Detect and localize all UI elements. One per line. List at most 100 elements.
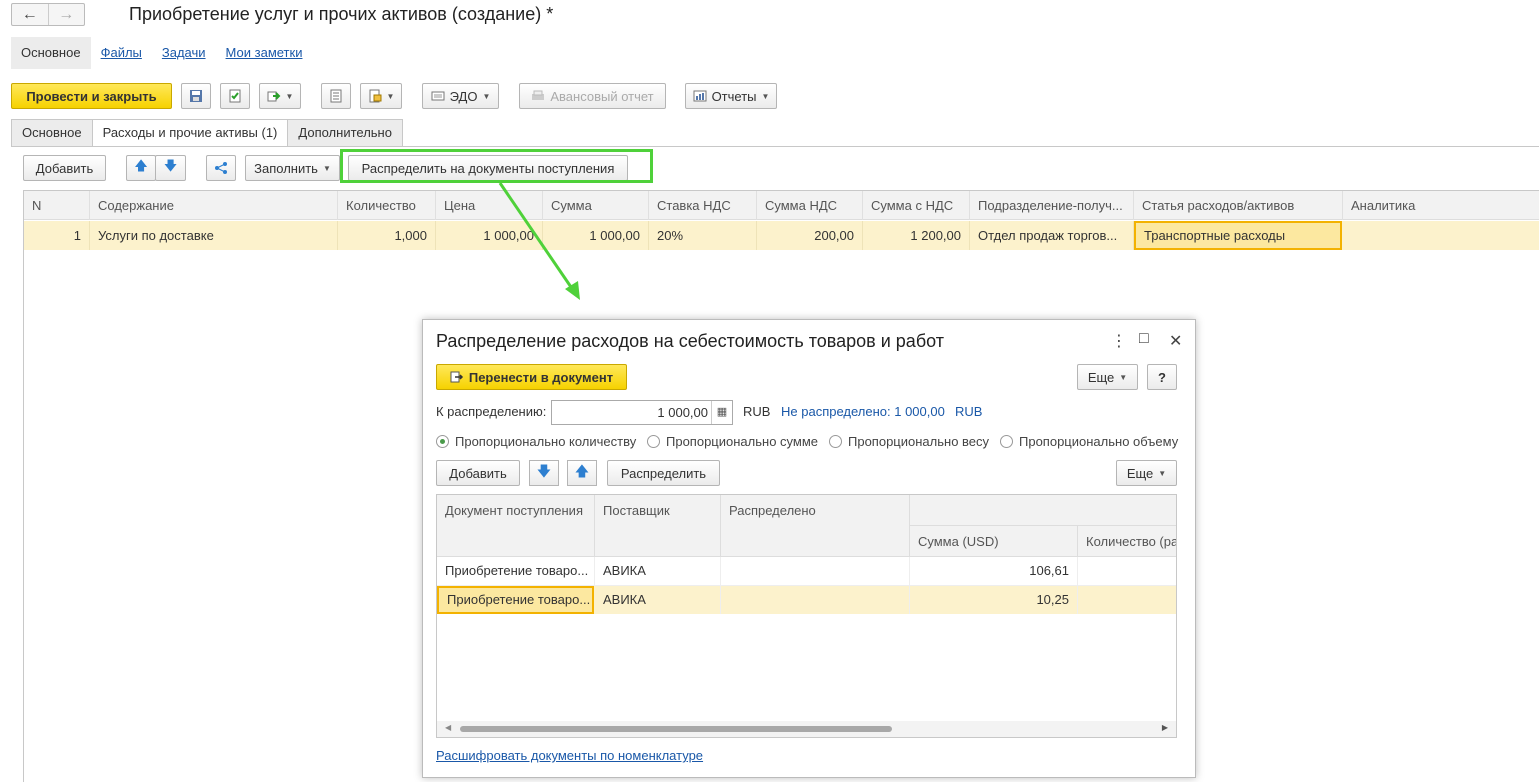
- create-based-icon: [267, 91, 280, 102]
- cell-sum-usd[interactable]: 106,61: [910, 557, 1078, 585]
- radio-icon: [647, 435, 660, 448]
- col-supplier[interactable]: Поставщик: [595, 495, 721, 557]
- radio-by-volume[interactable]: Пропорционально объему: [1000, 434, 1178, 449]
- undistributed-label: Не распределено: 1 000,00: [781, 404, 945, 419]
- tab-additional[interactable]: Дополнительно: [287, 119, 403, 147]
- radio-by-sum[interactable]: Пропорционально сумме: [647, 434, 818, 449]
- tab-divider: [11, 146, 1539, 147]
- col-vat-sum[interactable]: Сумма НДС: [757, 191, 863, 220]
- cell-vat-rate[interactable]: 20%: [649, 221, 757, 250]
- post-document-icon: [229, 89, 241, 103]
- dialog-more-button[interactable]: Еще ▼: [1077, 364, 1138, 390]
- cell-total[interactable]: 1 200,00: [863, 221, 970, 250]
- more-options-icon[interactable]: ⋮: [1111, 331, 1127, 351]
- distribution-dialog: Распределение расходов на себестоимость …: [422, 319, 1196, 778]
- col-analytics[interactable]: Аналитика: [1343, 191, 1539, 220]
- cell-sum-usd[interactable]: 10,25: [910, 586, 1078, 614]
- report-icon: [693, 90, 707, 102]
- radio-by-weight[interactable]: Пропорционально весу: [829, 434, 989, 449]
- close-icon[interactable]: ✕: [1169, 331, 1182, 351]
- decode-by-nomenclature-link[interactable]: Расшифровать документы по номенклатуре: [436, 748, 703, 763]
- table-row[interactable]: 1 Услуги по доставке 1,000 1 000,00 1 00…: [24, 221, 1539, 250]
- calculator-icon[interactable]: ▦: [711, 401, 732, 424]
- transfer-to-document-button[interactable]: Перенести в документ: [436, 364, 627, 390]
- cell-receipt-doc[interactable]: Приобретение товаро...: [437, 557, 595, 585]
- cell-qty[interactable]: 1,000: [338, 221, 436, 250]
- annotation-arrow: [498, 182, 580, 300]
- save-icon: [190, 90, 202, 102]
- col-n[interactable]: N: [24, 191, 90, 220]
- section-notes[interactable]: Мои заметки: [216, 37, 313, 69]
- chevron-down-icon: ▼: [482, 91, 491, 101]
- tab-expenses[interactable]: Расходы и прочие активы (1): [91, 119, 289, 147]
- help-button[interactable]: ?: [1147, 364, 1177, 390]
- print-button[interactable]: ▼: [360, 83, 402, 109]
- cell-vat-sum[interactable]: 200,00: [757, 221, 863, 250]
- scroll-right-icon[interactable]: ▶: [1162, 723, 1168, 732]
- col-sum-usd[interactable]: Сумма (USD): [910, 526, 1078, 557]
- table-more-button[interactable]: Еще ▼: [1116, 460, 1177, 486]
- cell-n[interactable]: 1: [24, 221, 90, 250]
- to-distribute-label: К распределению:: [436, 404, 547, 419]
- cell-receipt-doc[interactable]: Приобретение товаро...: [437, 586, 594, 614]
- chevron-down-icon: ▼: [386, 91, 395, 101]
- chevron-down-icon: ▼: [1158, 468, 1167, 478]
- cell-supplier[interactable]: АВИКА: [595, 586, 721, 614]
- cell-expense-item[interactable]: Транспортные расходы: [1134, 221, 1342, 250]
- move-down-button[interactable]: 🡇: [155, 155, 186, 181]
- highlight-frame: [340, 149, 653, 183]
- cell-supplier[interactable]: АВИКА: [595, 557, 721, 585]
- col-expense-item[interactable]: Статья расходов/активов: [1134, 191, 1343, 220]
- col-distributed[interactable]: Распределено: [721, 495, 910, 557]
- col-vat-rate[interactable]: Ставка НДС: [649, 191, 757, 220]
- forward-icon[interactable]: →: [47, 4, 85, 25]
- section-tasks[interactable]: Задачи: [152, 37, 216, 69]
- col-content[interactable]: Содержание: [90, 191, 338, 220]
- maximize-icon[interactable]: □: [1139, 330, 1149, 348]
- col-qty[interactable]: Количество: [338, 191, 436, 220]
- distribute-share-button[interactable]: [206, 155, 236, 181]
- move-up-button[interactable]: 🡅: [567, 460, 597, 486]
- chevron-down-icon: ▼: [285, 91, 294, 101]
- scroll-thumb[interactable]: [460, 726, 892, 732]
- chevron-down-icon: ▼: [761, 91, 770, 101]
- save-button[interactable]: [181, 83, 211, 109]
- table-row[interactable]: Приобретение товаро... АВИКА 106,61: [437, 557, 1176, 586]
- post-button[interactable]: [220, 83, 250, 109]
- scroll-left-icon[interactable]: ◀: [445, 723, 451, 732]
- distribute-button[interactable]: Распределить: [607, 460, 720, 486]
- col-department[interactable]: Подразделение-получ...: [970, 191, 1134, 220]
- nav-buttons: ← →: [11, 3, 85, 26]
- transfer-icon: [450, 371, 463, 383]
- section-nav: Основное Файлы Задачи Мои заметки: [11, 37, 312, 69]
- cell-content[interactable]: Услуги по доставке: [90, 221, 338, 250]
- advance-report-button[interactable]: Авансовый отчет: [519, 83, 666, 109]
- create-based-on-button[interactable]: ▼: [259, 83, 301, 109]
- edo-button[interactable]: ЭДО ▼: [422, 83, 499, 109]
- cell-department[interactable]: Отдел продаж торгов...: [970, 221, 1134, 250]
- cell-distributed[interactable]: [721, 586, 910, 614]
- dialog-add-button[interactable]: Добавить: [436, 460, 520, 486]
- cell-distributed[interactable]: [721, 557, 910, 585]
- dialog-title: Распределение расходов на себестоимость …: [436, 331, 944, 351]
- move-up-button[interactable]: 🡅: [126, 155, 156, 181]
- section-files[interactable]: Файлы: [91, 37, 152, 69]
- col-receipt-doc[interactable]: Документ поступления: [437, 495, 595, 557]
- post-and-close-button[interactable]: Провести и закрыть: [11, 83, 172, 109]
- move-down-button[interactable]: 🡇: [529, 460, 559, 486]
- movements-button[interactable]: [321, 83, 351, 109]
- back-icon[interactable]: ←: [12, 4, 48, 25]
- reports-button[interactable]: Отчеты ▼: [685, 83, 777, 109]
- horizontal-scrollbar[interactable]: ◀ ▶: [437, 721, 1176, 737]
- table-row[interactable]: Приобретение товаро... АВИКА 10,25: [437, 586, 1176, 614]
- fill-button[interactable]: Заполнить ▼: [245, 155, 340, 181]
- col-total[interactable]: Сумма с НДС: [863, 191, 970, 220]
- col-qty-distribution[interactable]: Количество (ра: [1078, 526, 1176, 557]
- tab-main[interactable]: Основное: [11, 119, 93, 147]
- cell-analytics[interactable]: [1343, 221, 1539, 250]
- to-distribute-field[interactable]: 1 000,00 ▦: [551, 400, 733, 425]
- radio-by-quantity[interactable]: Пропорционально количеству: [436, 434, 636, 449]
- section-main[interactable]: Основное: [11, 37, 91, 69]
- add-row-button[interactable]: Добавить: [23, 155, 106, 181]
- arrow-up-icon: 🡅: [134, 158, 148, 173]
